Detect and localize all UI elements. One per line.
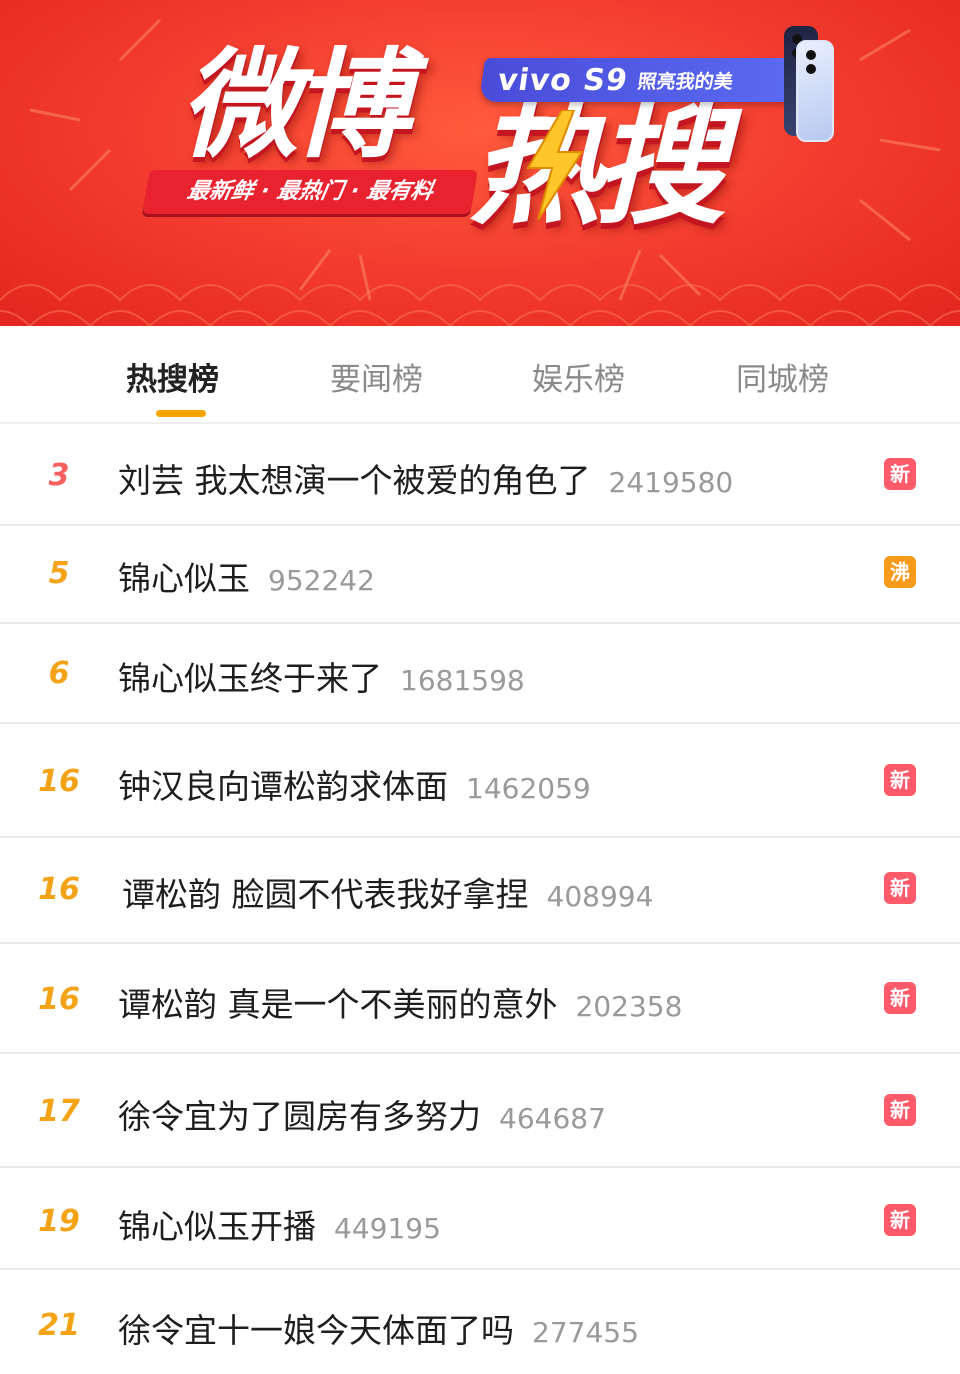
topic-title: 锦心似玉终于来了 1681598 — [118, 659, 525, 698]
list-item[interactable]: 19 锦心似玉开播 449195 新 — [0, 1168, 960, 1270]
list-item[interactable]: 6 锦心似玉终于来了 1681598 — [0, 624, 960, 724]
heat-count: 1462059 — [466, 772, 591, 805]
topic-title: 钟汉良向谭松韵求体面 1462059 — [118, 767, 591, 806]
active-tab-indicator — [156, 410, 206, 417]
list-item[interactable]: 16 谭松韵 脸圆不代表我好拿捏 408994 新 — [0, 838, 960, 944]
rank-number: 16 — [38, 982, 80, 1017]
boiling-badge: 沸 — [884, 556, 916, 588]
rank-number: 19 — [38, 1204, 80, 1239]
heat-count: 952242 — [268, 564, 375, 597]
heat-count: 202358 — [575, 990, 683, 1023]
heat-count: 449195 — [334, 1212, 441, 1245]
new-badge: 新 — [884, 458, 916, 490]
topic-title: 谭松韵 脸圆不代表我好拿捏 408994 — [122, 875, 654, 914]
list-item[interactable]: 5 锦心似玉 952242 沸 — [0, 526, 960, 624]
heat-count: 408994 — [546, 880, 654, 913]
tab-news[interactable]: 要闻榜 — [330, 354, 423, 399]
rank-number: 16 — [38, 764, 80, 799]
weibo-title: 微博 — [180, 36, 410, 174]
list-item[interactable]: 17 徐令宜为了圆房有多努力 464687 新 — [0, 1054, 960, 1168]
rank-number: 17 — [38, 1094, 80, 1129]
heat-count: 1681598 — [400, 664, 525, 697]
tab-hot-search[interactable]: 热搜榜 — [126, 354, 219, 399]
new-badge: 新 — [884, 982, 916, 1014]
tab-entertainment[interactable]: 娱乐榜 — [532, 354, 625, 399]
rank-number: 16 — [38, 872, 80, 907]
rank-number: 3 — [48, 458, 70, 493]
hot-search-list: 3 刘芸 我太想演一个被爱的角色了 2419580 新 5 锦心似玉 952242 … — [0, 424, 960, 1374]
sponsor-slogan: 照亮我的美 — [636, 70, 735, 93]
hot-search-banner: 微博 热搜 最新鲜 · 最热门 · 最有料 vivo S9 照亮我的美 — [0, 0, 960, 326]
rank-number: 21 — [38, 1308, 80, 1343]
banner-tagline: 最新鲜 · 最热门 · 最有料 — [142, 170, 478, 214]
sponsor-ad[interactable]: vivo S9 照亮我的美 — [478, 58, 802, 102]
ranking-tabs: 热搜榜 要闻榜 娱乐榜 同城榜 — [0, 326, 960, 424]
topic-title: 徐令宜十一娘今天体面了吗 277455 — [118, 1311, 639, 1350]
topic-title: 徐令宜为了圆房有多努力 464687 — [118, 1097, 606, 1136]
list-item[interactable]: 16 谭松韵 真是一个不美丽的意外 202358 新 — [0, 944, 960, 1054]
heat-count: 2419580 — [608, 466, 734, 499]
sponsor-brand: vivo S9 — [495, 62, 631, 98]
topic-title: 刘芸 我太想演一个被爱的角色了 2419580 — [118, 461, 734, 500]
topic-title: 锦心似玉开播 449195 — [118, 1207, 441, 1246]
topic-title: 锦心似玉 952242 — [118, 559, 375, 598]
topic-title: 谭松韵 真是一个不美丽的意外 202358 — [118, 985, 683, 1024]
new-badge: 新 — [884, 1204, 916, 1236]
new-badge: 新 — [884, 1094, 916, 1126]
new-badge: 新 — [884, 872, 916, 904]
new-badge: 新 — [884, 764, 916, 796]
list-item[interactable]: 3 刘芸 我太想演一个被爱的角色了 2419580 新 — [0, 424, 960, 526]
rank-number: 5 — [48, 556, 70, 591]
hot-search-title: 热搜 — [470, 89, 726, 243]
tab-local[interactable]: 同城榜 — [736, 354, 829, 399]
phone-image — [796, 40, 834, 142]
list-item[interactable]: 21 徐令宜十一娘今天体面了吗 277455 — [0, 1270, 960, 1374]
list-item[interactable]: 16 钟汉良向谭松韵求体面 1462059 新 — [0, 724, 960, 838]
heat-count: 464687 — [499, 1102, 606, 1135]
lightning-icon — [526, 110, 584, 220]
rank-number: 6 — [48, 656, 70, 691]
heat-count: 277455 — [532, 1316, 639, 1349]
